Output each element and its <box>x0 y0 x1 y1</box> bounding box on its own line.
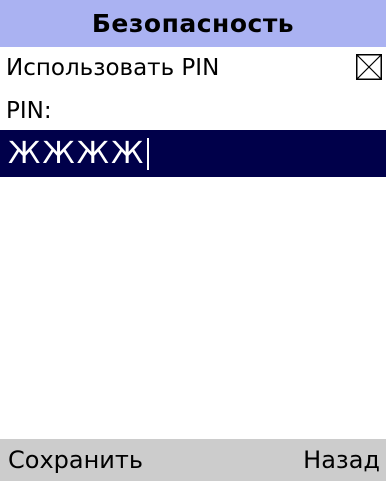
pin-label: PIN: <box>6 98 52 124</box>
use-pin-row[interactable]: Использовать PIN <box>0 50 386 86</box>
pin-input[interactable]: ЖЖЖЖ <box>0 130 386 177</box>
save-softkey[interactable]: Сохранить <box>0 446 153 474</box>
back-softkey[interactable]: Назад <box>293 446 386 474</box>
softkey-bar: Сохранить Назад <box>0 439 386 481</box>
checkbox-unchecked-icon <box>356 54 382 80</box>
screen-title: Безопасность <box>91 9 295 38</box>
use-pin-checkbox[interactable] <box>356 54 382 80</box>
text-caret <box>147 137 150 170</box>
pin-input-value: ЖЖЖЖ <box>8 136 146 171</box>
use-pin-label: Использовать PIN <box>6 55 220 81</box>
title-bar: Безопасность <box>0 0 386 47</box>
pin-label-row: PIN: <box>0 93 386 129</box>
security-screen: Безопасность Использовать PIN PIN: ЖЖЖЖ … <box>0 0 386 481</box>
